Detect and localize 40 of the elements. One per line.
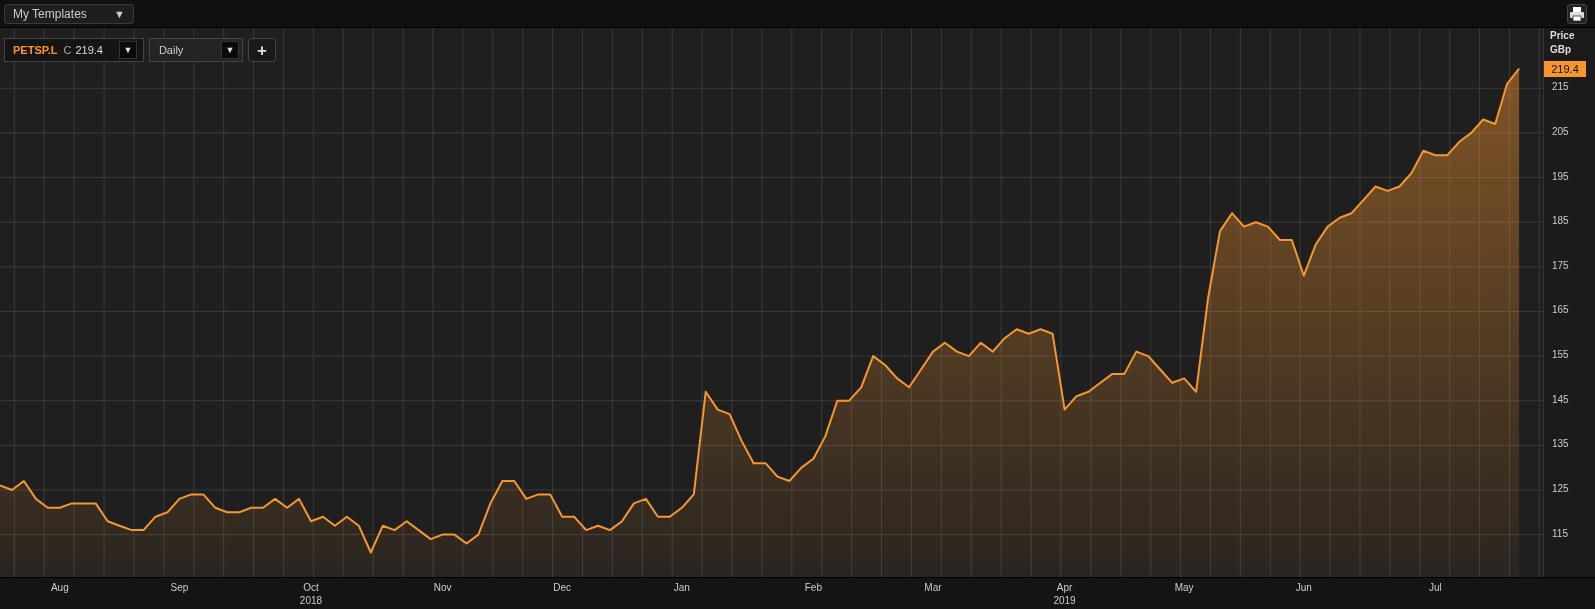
x-tick-label: May bbox=[1174, 582, 1194, 593]
x-tick-label: Aug bbox=[50, 582, 69, 593]
x-tick-label: Jan bbox=[673, 582, 690, 593]
symbol-label: PETSP.L bbox=[13, 44, 58, 56]
y-tick-label: 165 bbox=[1552, 304, 1569, 316]
axis-title: Price bbox=[1549, 30, 1576, 41]
x-tick-label: Mar bbox=[924, 582, 942, 593]
template-label: My Templates bbox=[13, 6, 87, 21]
template-dropdown[interactable]: My Templates ▼ bbox=[4, 3, 134, 24]
y-tick-label: 175 bbox=[1552, 259, 1569, 271]
add-button[interactable]: + bbox=[247, 38, 276, 62]
close-label: C bbox=[63, 44, 72, 56]
x-tick-label: Apr bbox=[1056, 582, 1073, 593]
y-tick-label: 115 bbox=[1552, 527, 1568, 539]
y-tick-label: 135 bbox=[1552, 438, 1569, 450]
x-tick-label: Oct bbox=[303, 582, 319, 593]
axis-unit: GBp bbox=[1549, 44, 1573, 55]
year-label: 2018 bbox=[299, 595, 323, 606]
x-tick-label: Feb bbox=[804, 582, 822, 593]
y-tick-label: 215 bbox=[1552, 81, 1569, 93]
x-tick-label: Dec bbox=[553, 582, 572, 593]
print-button[interactable] bbox=[1567, 3, 1587, 24]
y-tick-label: 155 bbox=[1552, 349, 1569, 361]
interval-dropdown[interactable]: Daily ▼ bbox=[148, 38, 243, 62]
last-price-tag: 219.4 bbox=[1544, 60, 1586, 77]
y-tick-label: 185 bbox=[1552, 215, 1569, 227]
y-tick-label: 125 bbox=[1552, 482, 1569, 494]
y-tick-label: 205 bbox=[1552, 125, 1569, 137]
year-label: 2019 bbox=[1053, 595, 1076, 606]
y-tick-label: 195 bbox=[1552, 170, 1569, 182]
dropdown-arrow-icon: ▼ bbox=[114, 7, 125, 20]
printer-icon bbox=[1569, 5, 1585, 22]
x-tick-label: Jul bbox=[1428, 582, 1442, 593]
close-value: 219.4 bbox=[75, 44, 103, 56]
symbol-selector[interactable]: PETSP.L C 219.4 ▼ bbox=[4, 38, 144, 62]
x-tick-label: Jun bbox=[1295, 582, 1312, 593]
x-tick-label: Nov bbox=[433, 582, 452, 593]
interval-label: Daily bbox=[158, 44, 184, 56]
y-tick-label: 145 bbox=[1552, 393, 1569, 405]
x-tick-label: Sep bbox=[170, 582, 189, 593]
